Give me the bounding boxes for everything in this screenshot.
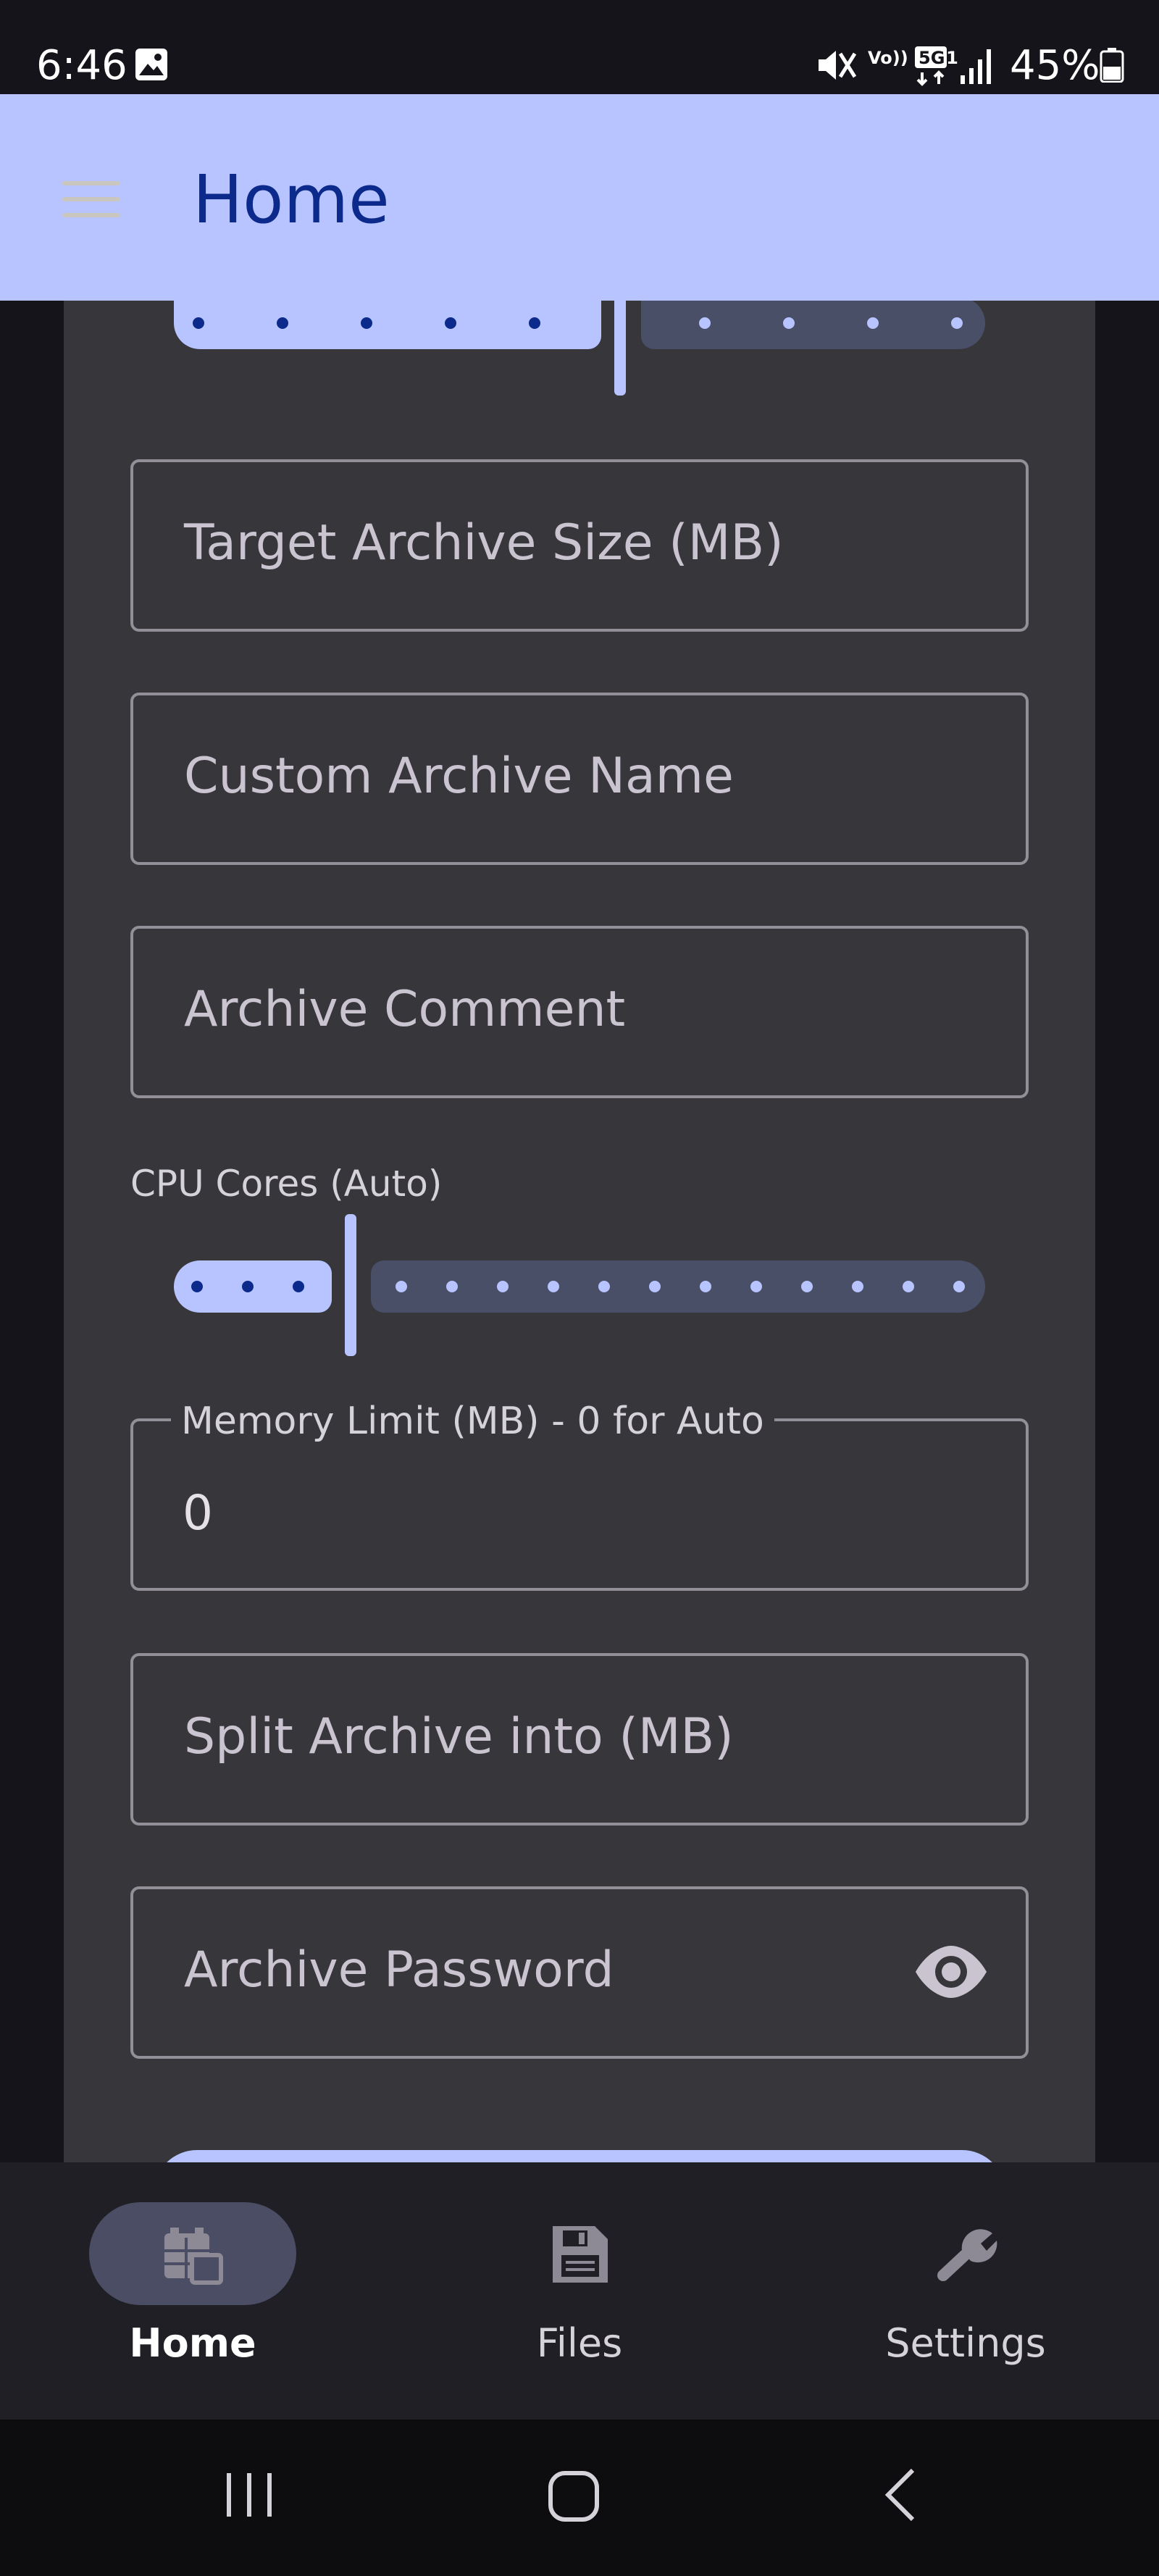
memory-limit-label: Memory Limit (MB) - 0 for Auto [171, 1400, 774, 1443]
save-icon [553, 2226, 608, 2283]
home-circle-icon[interactable] [545, 2467, 603, 2525]
nav-item-home[interactable]: Home [62, 2162, 323, 2420]
slider-tick [649, 1281, 661, 1292]
signal-icon [961, 49, 991, 84]
slider-tick [277, 317, 288, 329]
field-label: Target Archive Size (MB) [184, 514, 784, 572]
split-archive-field[interactable]: Split Archive into (MB) [130, 1653, 1029, 1826]
cpu-cores-slider[interactable] [174, 1214, 985, 1356]
slider-tick [445, 317, 456, 329]
slider-thumb[interactable] [345, 1214, 356, 1356]
field-label: Archive Password [184, 1941, 614, 1999]
slider-tick [396, 1281, 407, 1292]
5g-icon: 5G [915, 46, 947, 86]
mute-icon [819, 51, 857, 80]
slider-tick [801, 1281, 813, 1292]
compression-level-slider[interactable] [174, 297, 985, 398]
bottom-navigation: Home Files Settings [0, 2162, 1159, 2420]
status-time: 6:46 [36, 42, 127, 89]
slider-tick [852, 1281, 863, 1292]
slider-tick [529, 317, 540, 329]
svg-text:5G: 5G [919, 48, 945, 68]
memory-limit-field[interactable]: 0 [130, 1418, 1029, 1591]
slider-tick [867, 317, 879, 329]
slider-tick [750, 1281, 762, 1292]
slider-tick [361, 317, 372, 329]
archive-password-field[interactable]: Archive Password [130, 1886, 1029, 2059]
target-archive-size-field[interactable]: Target Archive Size (MB) [130, 459, 1029, 632]
nav-label: Home [129, 2320, 256, 2366]
menu-icon[interactable] [58, 174, 123, 225]
system-navigation-bar [0, 2420, 1159, 2576]
recents-icon[interactable] [220, 2466, 278, 2524]
slider-tick [699, 317, 711, 329]
slider-tick [783, 317, 795, 329]
gallery-icon [135, 49, 167, 80]
field-label: Archive Comment [184, 981, 626, 1038]
nav-label: Settings [885, 2320, 1046, 2366]
field-label: Custom Archive Name [184, 748, 734, 805]
field-label: Split Archive into (MB) [184, 1708, 734, 1765]
slider-tick [951, 317, 963, 329]
wrench-icon [937, 2229, 997, 2281]
slider-inactive-track [641, 297, 985, 349]
custom-archive-name-field[interactable]: Custom Archive Name [130, 693, 1029, 865]
back-icon[interactable] [872, 2466, 930, 2524]
slider-thumb[interactable] [614, 297, 626, 396]
memory-limit-value: 0 [183, 1485, 213, 1541]
slider-tick [903, 1281, 914, 1292]
slider-tick [497, 1281, 509, 1292]
nav-item-files[interactable]: Files [449, 2162, 710, 2420]
battery-percent: 45% [1010, 42, 1100, 89]
slider-tick [700, 1281, 711, 1292]
nav-label: Files [536, 2320, 623, 2366]
eye-icon[interactable] [913, 1943, 989, 2001]
nav-item-settings[interactable]: Settings [835, 2162, 1096, 2420]
slider-tick [446, 1281, 458, 1292]
slider-tick [293, 1281, 304, 1292]
archive-comment-field[interactable]: Archive Comment [130, 926, 1029, 1098]
slider-tick [193, 317, 204, 329]
home-icon [164, 2228, 223, 2285]
slider-inactive-track [371, 1260, 985, 1313]
app-bar [0, 94, 1159, 301]
cpu-cores-label: CPU Cores (Auto) [130, 1163, 443, 1205]
slider-tick [191, 1281, 203, 1292]
slider-tick [548, 1281, 559, 1292]
page-title: Home [193, 161, 390, 238]
status-icons: Vo)) LTE1 5G [819, 46, 991, 86]
slider-tick [953, 1281, 965, 1292]
slider-tick [598, 1281, 610, 1292]
slider-tick [242, 1281, 254, 1292]
battery-icon [1100, 48, 1124, 83]
